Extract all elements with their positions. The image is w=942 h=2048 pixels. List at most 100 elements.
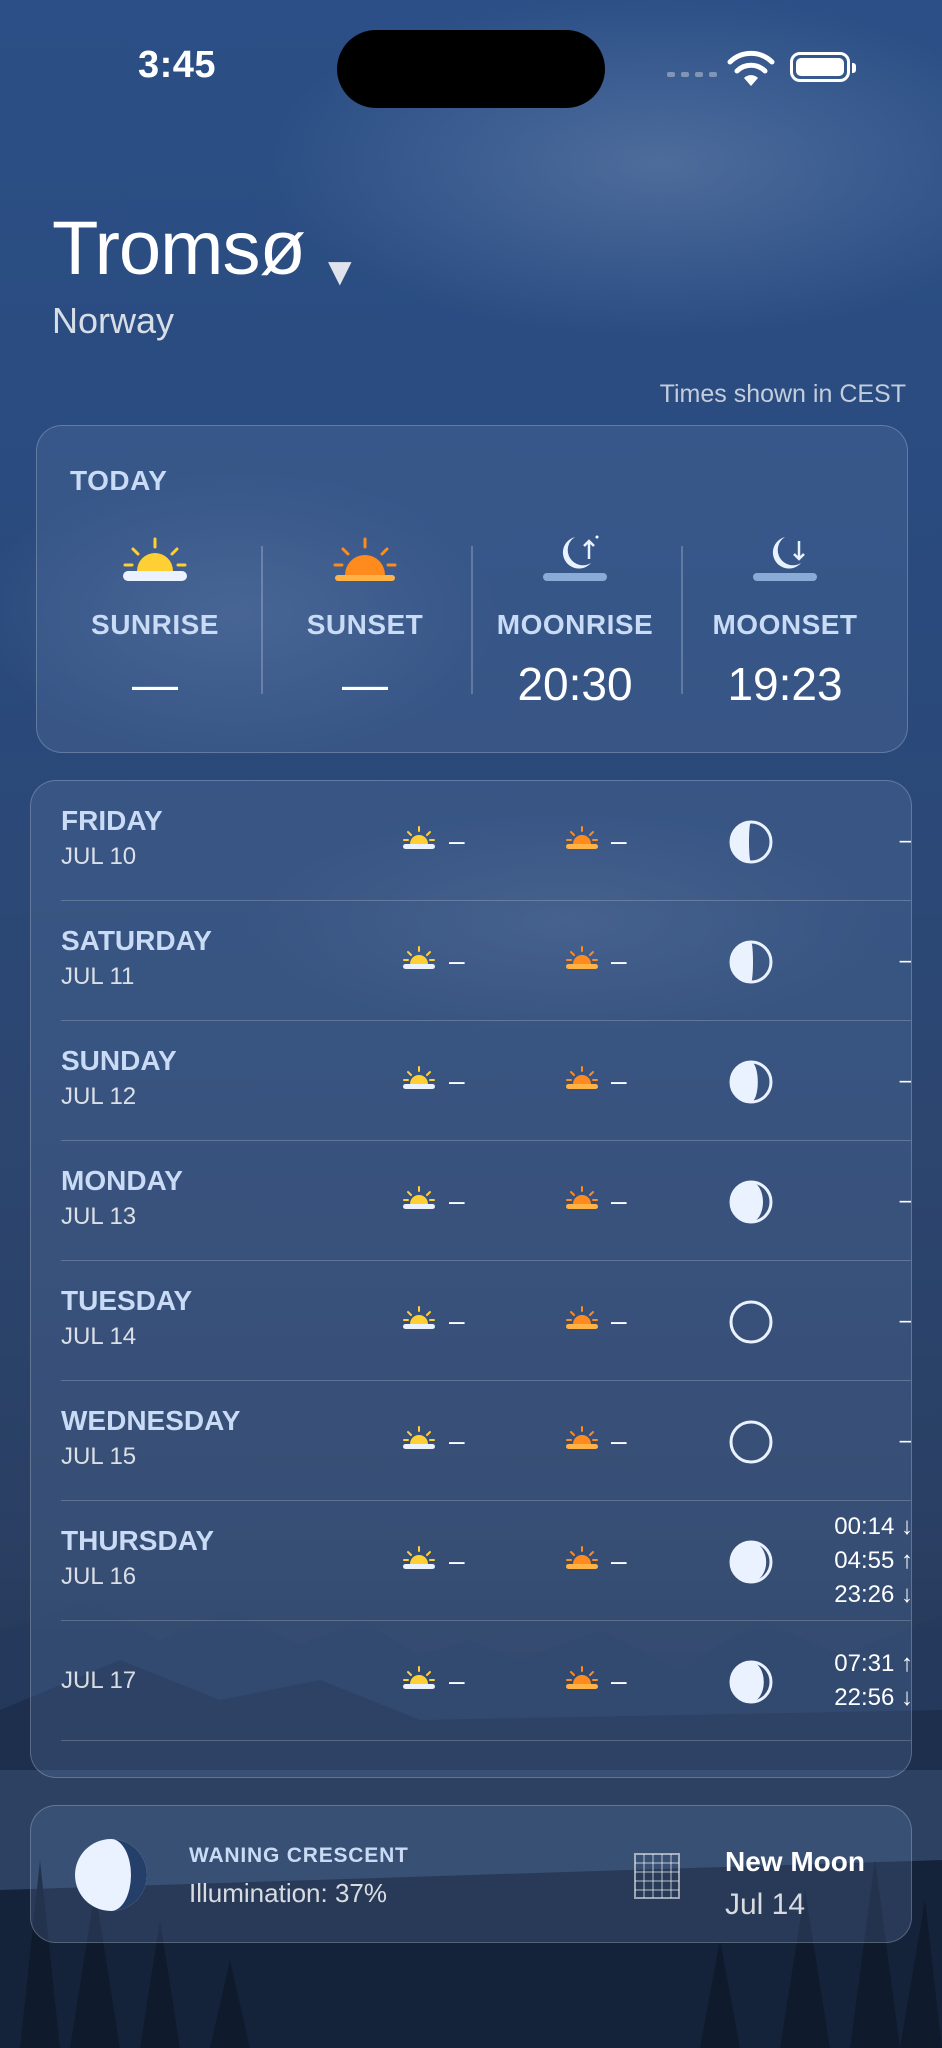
moon-time: 04:55 ↑ [834, 1547, 912, 1574]
location-dropdown-icon[interactable]: ▼ [320, 250, 360, 295]
moon-illumination: Illumination: 37% [189, 1878, 387, 1908]
sunset-icon [566, 1546, 598, 1569]
list-item[interactable]: SUNDAY JUL 12 – – – [61, 1021, 912, 1141]
moon-phase-icon [729, 1060, 773, 1104]
moon-time: – [899, 827, 912, 854]
sunset-icon [566, 1306, 598, 1329]
day-name: MONDAY [61, 1165, 183, 1196]
country-name: Norway [52, 300, 175, 341]
today-sunrise: SUNRISE — [50, 525, 260, 711]
calendar-grid-icon [634, 1853, 680, 1899]
list-item[interactable]: JUL 17 – – 07:31 ↑ 22:56 ↓ [61, 1621, 912, 1741]
moon-times: 00:14 ↓ 04:55 ↑ 23:26 ↓ [834, 1510, 912, 1612]
sunset-icon [566, 1186, 598, 1209]
city-name[interactable]: Tromsø [52, 205, 306, 292]
next-phase-name: New Moon [725, 1846, 865, 1877]
list-item[interactable]: TUESDAY JUL 14 – – – [61, 1261, 912, 1381]
sunrise-icon [403, 826, 435, 849]
moon-phase-icon [729, 1300, 773, 1344]
today-moonset: MOONSET 19:23 [680, 525, 890, 711]
row-divider [61, 1739, 911, 1741]
list-item[interactable]: WEDNESDAY JUL 15 – – – [61, 1381, 912, 1501]
sunset-icon [566, 1066, 598, 1089]
sunrise-icon [403, 1546, 435, 1569]
moonset-icon [753, 537, 817, 581]
daily-list[interactable]: FRIDAY JUL 10 – – – SATURDAY JUL 11 – – – SUNDAY JU… [30, 780, 912, 1778]
moon-time: – [899, 1307, 912, 1334]
list-item[interactable]: THURSDAY JUL 16 – – 00:14 ↓ 04:55 ↑ 23:26 ↓ [61, 1501, 912, 1621]
sunrise-value: – [449, 1185, 465, 1216]
sunset-value: – [611, 1185, 627, 1216]
cellular-signal-icon [667, 72, 717, 77]
list-item[interactable]: SATURDAY JUL 11 – – – [61, 901, 912, 1021]
sunset-label: SUNSET [306, 609, 424, 640]
moonset-value: 19:23 [727, 658, 843, 710]
moon-times: – [899, 824, 912, 858]
sunset-value: – [611, 945, 627, 976]
sunset-value: – [611, 825, 627, 856]
moon-time: – [899, 1427, 912, 1454]
moon-times: – [899, 1064, 912, 1098]
moon-time: – [899, 1187, 912, 1214]
day-date: JUL 14 [61, 1323, 137, 1350]
battery-icon [790, 52, 856, 82]
moon-phase-icon [729, 1420, 773, 1464]
day-date: JUL 13 [61, 1203, 137, 1230]
moon-phase-icon [729, 820, 773, 864]
day-name: TUESDAY [61, 1285, 193, 1316]
day-date: JUL 11 [61, 963, 135, 990]
sunrise-icon [403, 1426, 435, 1449]
sunrise-icon [123, 537, 187, 581]
day-date: JUL 12 [61, 1083, 137, 1110]
moonrise-value: 20:30 [517, 658, 633, 710]
moon-time: – [899, 947, 912, 974]
wifi-icon [727, 50, 775, 86]
moon-phase-icon [729, 1540, 773, 1584]
moon-time: 23:26 ↓ [834, 1581, 912, 1608]
sunset-icon [333, 537, 397, 581]
sunset-icon [566, 1666, 598, 1689]
day-date: JUL 15 [61, 1443, 137, 1470]
moon-phase-icon [729, 1660, 773, 1704]
sunrise-icon [403, 1666, 435, 1689]
moon-times: – [899, 1424, 912, 1458]
moon-phase-icon [729, 940, 773, 984]
moon-times: – [899, 944, 912, 978]
timezone-note: Times shown in CEST [659, 380, 906, 408]
list-item[interactable]: MONDAY JUL 13 – – – [61, 1141, 912, 1261]
moonrise-label: MOONRISE [496, 609, 654, 640]
day-date: JUL 10 [61, 843, 137, 870]
sunrise-value: – [449, 1545, 465, 1576]
sunrise-icon [403, 1066, 435, 1089]
today-sunset: SUNSET — [260, 525, 470, 711]
moon-time: 00:14 ↓ [834, 1513, 912, 1540]
sunrise-value: – [449, 1425, 465, 1456]
sunset-value: – [611, 1425, 627, 1456]
moonrise-icon [543, 535, 607, 581]
next-phase-date: Jul 14 [725, 1888, 806, 1921]
sunrise-value: – [449, 1305, 465, 1336]
moon-times: 07:31 ↑ 22:56 ↓ [834, 1647, 912, 1715]
day-name: SATURDAY [61, 925, 212, 956]
sunrise-label: SUNRISE [91, 609, 219, 640]
moon-times: – [899, 1184, 912, 1218]
today-label: TODAY [70, 465, 168, 496]
sunset-value: — [342, 658, 388, 710]
sunrise-value: — [132, 658, 178, 710]
sunset-value: – [611, 1305, 627, 1336]
day-name: FRIDAY [61, 805, 163, 836]
moon-phase-icon [75, 1839, 147, 1911]
moonset-label: MOONSET [712, 609, 858, 640]
day-date: JUL 16 [61, 1563, 137, 1590]
sunset-icon [566, 946, 598, 969]
sunset-icon [566, 826, 598, 849]
list-item[interactable]: FRIDAY JUL 10 – – – [61, 781, 912, 901]
sunset-value: – [611, 1065, 627, 1096]
sunrise-value: – [449, 1065, 465, 1096]
sunrise-value: – [449, 1665, 465, 1696]
moon-time: – [899, 1067, 912, 1094]
day-name: SUNDAY [61, 1045, 177, 1076]
sunset-value: – [611, 1545, 627, 1576]
day-name: THURSDAY [61, 1525, 214, 1556]
moon-time: 07:31 ↑ [834, 1650, 912, 1677]
